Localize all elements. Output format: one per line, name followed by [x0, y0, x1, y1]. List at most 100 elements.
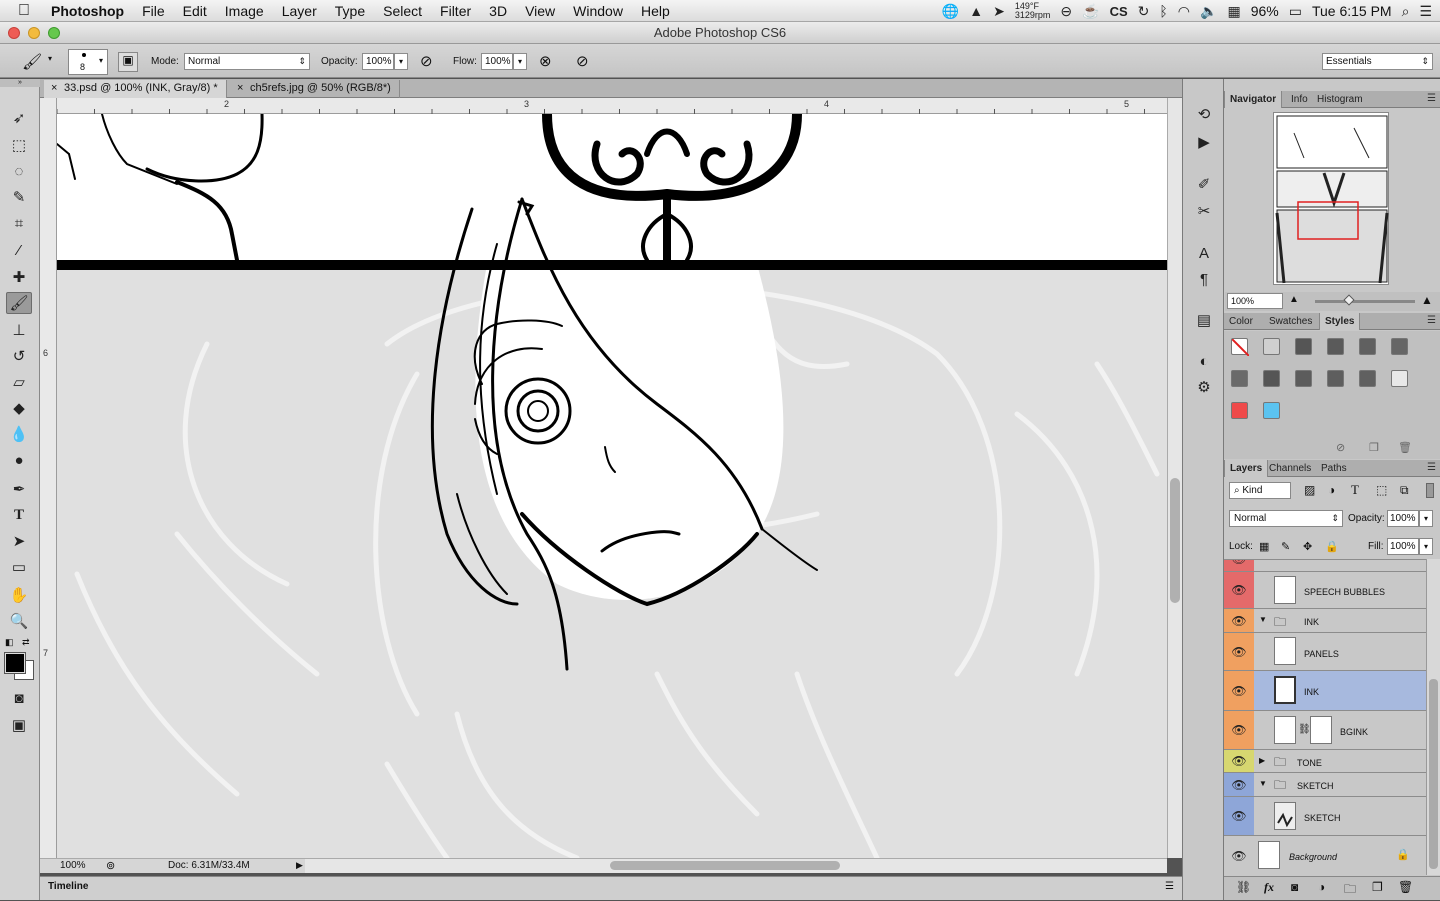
- blend-mode-select[interactable]: Normal: [184, 53, 310, 70]
- panel-menu-icon[interactable]: ☰: [1427, 313, 1436, 329]
- visibility-eye-icon[interactable]: 👁: [1224, 773, 1254, 796]
- move-tool-icon[interactable]: ➶: [6, 107, 32, 129]
- link-layers-icon[interactable]: ⛓: [1236, 880, 1251, 894]
- status-info-icon[interactable]: ⊚: [106, 859, 115, 872]
- history-panel-icon[interactable]: ⟲: [1194, 104, 1214, 124]
- rectangle-tool-icon[interactable]: ▭: [6, 556, 32, 578]
- zoom-readout[interactable]: 100%: [60, 860, 86, 871]
- delete-style-icon[interactable]: 🗑: [1398, 441, 1412, 454]
- quick-selection-tool-icon[interactable]: ✎: [6, 186, 32, 208]
- style-swatch[interactable]: [1263, 338, 1280, 355]
- layer-row[interactable]: 👁 PANELS: [1224, 633, 1426, 671]
- tab-swatches[interactable]: Swatches: [1264, 313, 1317, 330]
- style-swatch[interactable]: [1231, 370, 1248, 387]
- layer-group-row[interactable]: 👁 ▼ 🗀 INK: [1224, 609, 1426, 633]
- filter-type-icon[interactable]: T: [1351, 482, 1359, 498]
- menu-select[interactable]: Select: [374, 3, 431, 19]
- style-swatch[interactable]: [1359, 370, 1376, 387]
- add-mask-icon[interactable]: ◙: [1291, 880, 1298, 894]
- spotlight-icon[interactable]: ⌕: [1402, 3, 1410, 20]
- status-menu-icon[interactable]: ▶: [296, 860, 303, 871]
- brush-panel-toggle-icon[interactable]: ▣: [118, 52, 138, 72]
- layer-row-partial[interactable]: 👁: [1224, 560, 1426, 572]
- workspace-select[interactable]: Essentials: [1322, 53, 1433, 70]
- history-brush-tool-icon[interactable]: ↺: [6, 345, 32, 367]
- vertical-ruler[interactable]: 6 7: [40, 98, 57, 858]
- style-swatch[interactable]: [1359, 338, 1376, 355]
- zoom-slider-track[interactable]: [1315, 300, 1415, 303]
- layer-name[interactable]: TONE: [1297, 758, 1322, 768]
- close-tab-icon[interactable]: ×: [237, 80, 243, 97]
- navigator-zoom-input[interactable]: 100%: [1227, 293, 1283, 309]
- time-machine-icon[interactable]: ↻: [1138, 3, 1150, 20]
- lasso-tool-icon[interactable]: ◌: [6, 160, 32, 182]
- menu-type[interactable]: Type: [326, 3, 374, 19]
- zoom-slider-handle[interactable]: [1343, 294, 1355, 306]
- visibility-eye-icon[interactable]: 👁: [1224, 750, 1254, 772]
- style-swatch[interactable]: [1295, 338, 1312, 355]
- style-swatch[interactable]: [1391, 370, 1408, 387]
- tab-channels[interactable]: Channels: [1264, 460, 1316, 477]
- lock-all-icon[interactable]: 🔒: [1325, 540, 1339, 553]
- zoom-tool-icon[interactable]: 🔍: [6, 610, 32, 632]
- crop-tool-icon[interactable]: ⌗: [6, 212, 32, 234]
- zoom-window-button[interactable]: [48, 27, 60, 39]
- style-swatch[interactable]: [1263, 370, 1280, 387]
- layer-name[interactable]: PANELS: [1304, 649, 1339, 659]
- layer-comps-icon[interactable]: ▤: [1194, 310, 1214, 330]
- tab-info[interactable]: Info: [1286, 91, 1313, 108]
- lock-position-icon[interactable]: ✥: [1303, 540, 1312, 553]
- path-selection-tool-icon[interactable]: ➤: [6, 530, 32, 552]
- apple-menu-icon[interactable]: : [0, 2, 39, 20]
- visibility-eye-icon[interactable]: 👁: [1224, 836, 1254, 875]
- fill-input[interactable]: 100%: [1387, 538, 1419, 555]
- layer-mask-thumbnail[interactable]: [1310, 716, 1332, 744]
- filter-shape-icon[interactable]: ⬚: [1376, 483, 1387, 497]
- layer-name[interactable]: SKETCH: [1304, 813, 1341, 823]
- clone-source-icon[interactable]: ✂: [1194, 201, 1214, 221]
- opacity-dropdown-icon[interactable]: ▾: [394, 53, 408, 70]
- layer-row[interactable]: 👁 SKETCH: [1224, 797, 1426, 836]
- filter-pixel-icon[interactable]: ▨: [1304, 483, 1315, 497]
- menu-layer[interactable]: Layer: [273, 3, 326, 19]
- visibility-eye-icon[interactable]: 👁: [1224, 711, 1254, 749]
- menu-window[interactable]: Window: [564, 3, 632, 19]
- coffee-icon[interactable]: ☕: [1082, 3, 1099, 20]
- brush-panel-icon[interactable]: ✐: [1194, 174, 1214, 194]
- healing-brush-tool-icon[interactable]: ✚: [6, 266, 32, 288]
- delete-layer-icon[interactable]: 🗑: [1398, 880, 1413, 894]
- layer-opacity-dropdown-icon[interactable]: ▾: [1419, 510, 1433, 527]
- flow-input[interactable]: 100%: [481, 53, 513, 70]
- filter-toggle-switch[interactable]: [1426, 483, 1434, 498]
- style-swatch[interactable]: [1391, 338, 1408, 355]
- menu-3d[interactable]: 3D: [480, 3, 516, 19]
- clock[interactable]: Tue 6:15 PM: [1312, 3, 1392, 19]
- pressure-size-icon[interactable]: ⊘: [576, 52, 589, 70]
- layer-name[interactable]: INK: [1304, 687, 1319, 697]
- layer-blend-mode-select[interactable]: Normal ⇕: [1229, 510, 1343, 527]
- expand-group-icon[interactable]: ▶: [1259, 756, 1265, 765]
- character-panel-icon[interactable]: A: [1194, 243, 1214, 263]
- menu-view[interactable]: View: [516, 3, 564, 19]
- opacity-input[interactable]: 100%: [362, 53, 394, 70]
- filter-smart-object-icon[interactable]: ⧉: [1400, 483, 1409, 498]
- collapse-toolbar-icon[interactable]: »: [0, 79, 40, 87]
- layer-name[interactable]: Background: [1289, 852, 1337, 862]
- send-icon[interactable]: ➤: [993, 3, 1005, 20]
- foreground-color-swatch[interactable]: [4, 652, 26, 674]
- clear-style-icon[interactable]: ⊘: [1336, 441, 1345, 454]
- volume-icon[interactable]: 🔈: [1200, 3, 1217, 20]
- flow-dropdown-icon[interactable]: ▾: [513, 53, 527, 70]
- mask-link-icon[interactable]: ⛓: [1298, 724, 1311, 735]
- tab-navigator[interactable]: Navigator: [1224, 91, 1283, 108]
- horizontal-scrollbar[interactable]: [305, 858, 1167, 873]
- calendar-icon[interactable]: ▦: [1227, 3, 1240, 20]
- tab-layers[interactable]: Layers: [1224, 460, 1269, 477]
- default-colors-icon[interactable]: ◧: [5, 637, 14, 648]
- close-window-button[interactable]: [8, 27, 20, 39]
- blur-tool-icon[interactable]: 💧: [6, 423, 32, 445]
- tab-33-psd[interactable]: × 33.psd @ 100% (INK, Gray/8) *: [44, 80, 227, 98]
- horizontal-ruler[interactable]: 2 3 4 5: [57, 98, 1167, 114]
- style-swatch[interactable]: [1327, 370, 1344, 387]
- lock-transparency-icon[interactable]: ▦: [1259, 540, 1269, 553]
